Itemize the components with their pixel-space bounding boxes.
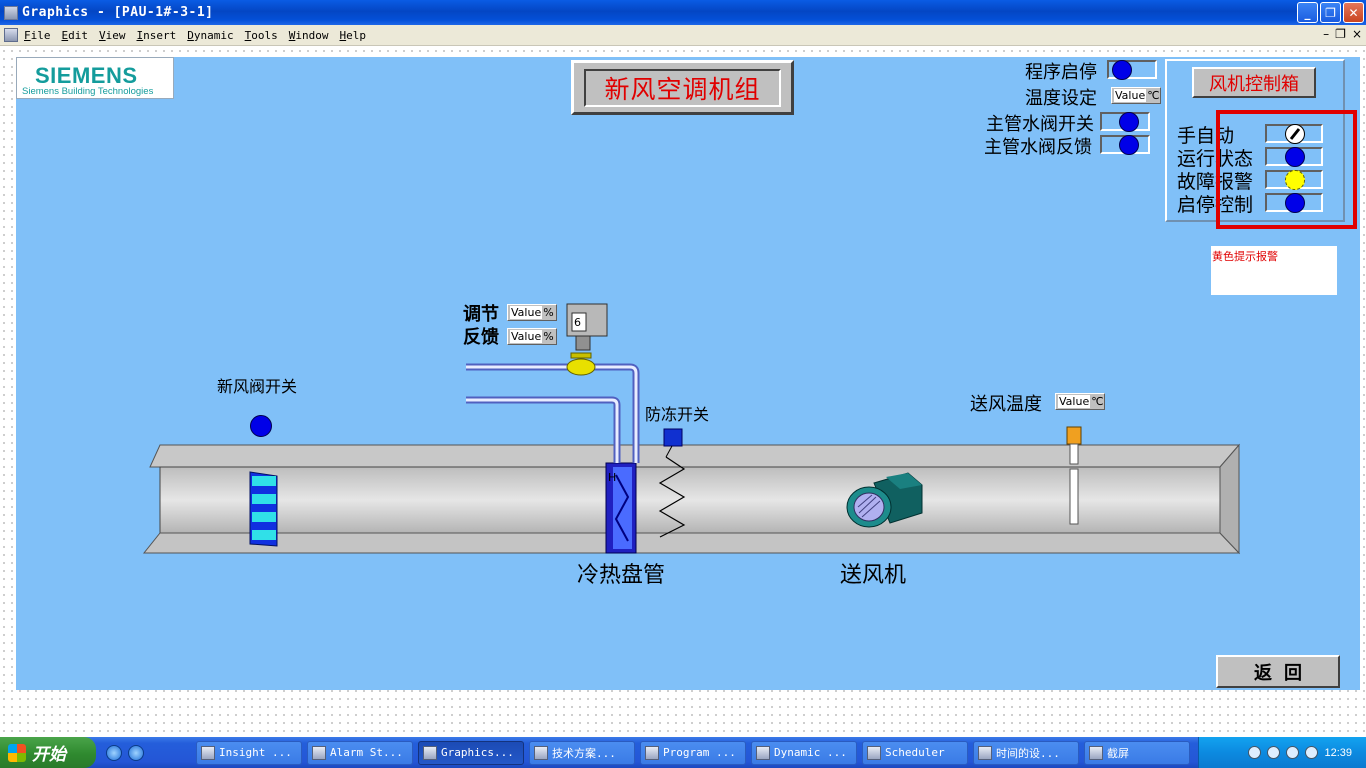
clock[interactable]: 12:39 [1324,747,1352,759]
security-icon[interactable] [1305,746,1319,759]
task-time-settings[interactable]: 时间的设... [973,740,1079,765]
graphics-canvas: SIEMENS Siemens Building Technologies 新风… [16,57,1360,690]
start-button[interactable]: 开始 [0,737,96,768]
window-titlebar[interactable]: Graphics - [PAU-1#-3-1] _ ❐ ✕ [0,0,1366,25]
mdi-minimize-button[interactable]: – [1323,27,1329,41]
start-label: 开始 [32,745,66,764]
heating-cooling-coil: H [605,462,637,554]
menu-insert[interactable]: Insert [137,29,177,42]
menu-dynamic[interactable]: Dynamic [187,29,233,42]
graphics-app-icon [4,5,18,20]
feedback-label: 反馈 [463,327,499,348]
alarm-icon [312,745,326,760]
menu-file[interactable]: File [24,29,51,42]
system-tray: 12:39 [1198,737,1366,768]
task-tech-plan[interactable]: 技术方案... [529,740,635,765]
menu-bar: File Edit View Insert Dynamic Tools Wind… [0,25,1366,46]
scheduler-icon [867,745,881,760]
window-title: Graphics - [PAU-1#-3-1] [22,5,214,20]
folder-icon [1089,745,1103,760]
menu-tools[interactable]: Tools [245,29,278,42]
task-screenshot[interactable]: 截屏 [1084,740,1190,765]
task-scheduler[interactable]: Scheduler [862,740,968,765]
ie-icon[interactable] [106,744,122,761]
document-icon [534,745,548,760]
fresh-damper-label: 新风阀开关 [217,377,298,396]
adjust-value[interactable]: Value% [507,304,557,321]
program-icon [645,745,659,760]
maximize-button[interactable]: ❐ [1320,2,1341,23]
fan-label: 送风机 [840,563,907,588]
quick-launch [106,744,196,761]
trend-icon [756,745,770,760]
task-alarm-status[interactable]: Alarm St... [307,740,413,765]
svg-text:H: H [608,471,616,484]
volume-icon[interactable] [1286,746,1300,759]
task-program[interactable]: Program ... [640,740,746,765]
menu-view[interactable]: View [99,29,126,42]
keyboard-icon[interactable] [1248,746,1262,759]
supply-temp-label: 送风温度 [970,394,1042,415]
mdi-restore-button[interactable]: ❐ [1335,27,1346,41]
document-icon[interactable] [4,28,18,42]
duct-body [159,466,1221,534]
menu-edit[interactable]: Edit [62,29,89,42]
supply-temp-value[interactable]: Value ℃ [1055,393,1105,410]
return-button[interactable]: 返回 [1216,655,1340,688]
coil-label: 冷热盘管 [577,563,666,588]
windows-flag-icon [8,743,26,762]
task-graphics[interactable]: Graphics... [418,740,524,765]
minimize-button[interactable]: _ [1297,2,1318,23]
graphics-icon [423,745,437,760]
close-button[interactable]: ✕ [1343,2,1364,23]
network-icon[interactable] [1267,746,1281,759]
taskbar: 开始 Insight ... Alarm St... Graphics... 技… [0,737,1366,768]
menu-help[interactable]: Help [340,29,367,42]
task-insight[interactable]: Insight ... [196,740,302,765]
task-dynamic[interactable]: Dynamic ... [751,740,857,765]
freeze-switch-label: 防冻开关 [645,405,710,424]
app-icon [201,745,215,760]
fresh-damper-dot[interactable] [250,415,272,437]
clock-icon [978,745,992,760]
valve-display: 6 [574,316,581,329]
duct-bottom-face [142,532,1241,554]
feedback-value[interactable]: Value% [507,328,557,345]
menu-window[interactable]: Window [289,29,329,42]
mdi-close-button[interactable]: × [1352,27,1362,41]
fresh-air-damper [249,471,278,547]
browser-icon[interactable] [128,744,144,761]
